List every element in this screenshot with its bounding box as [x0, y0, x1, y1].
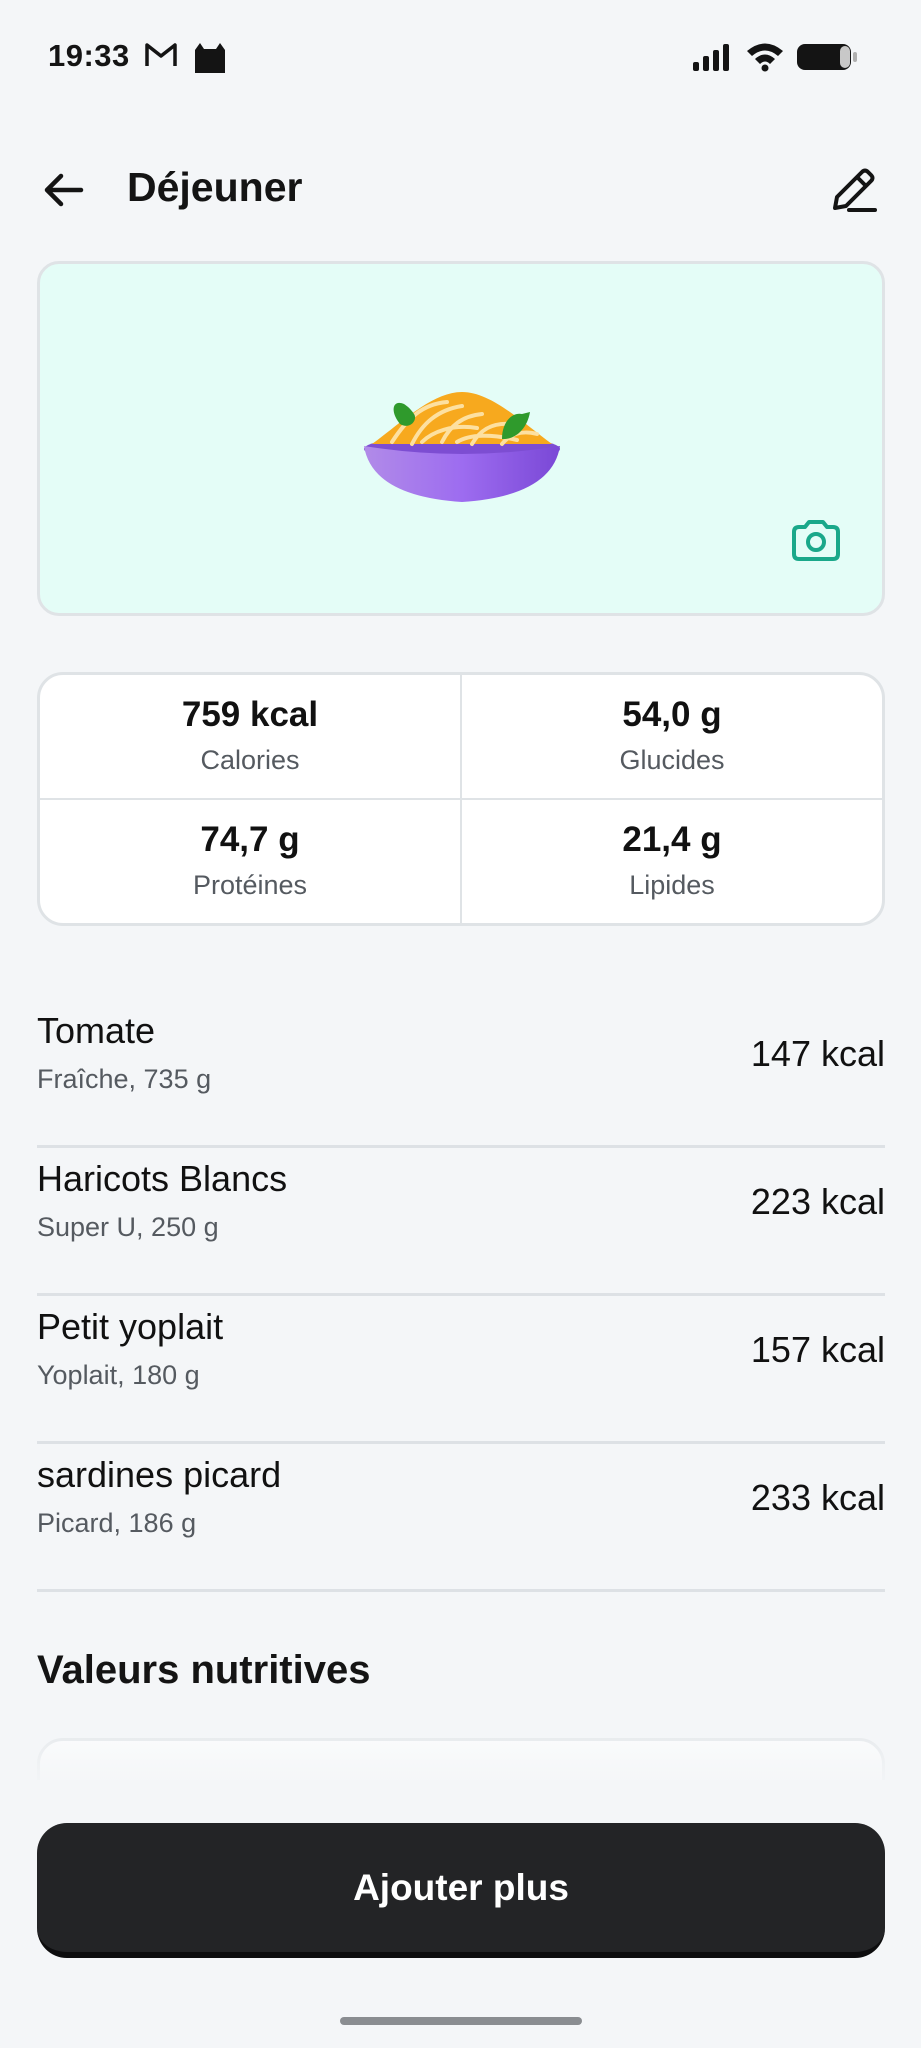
edit-button[interactable]: [823, 158, 885, 220]
macro-label: Lipides: [629, 870, 715, 900]
status-bar: 19:33: [0, 0, 921, 118]
gmail-icon: [145, 43, 177, 66]
macro-value: 54,0 g: [622, 695, 722, 734]
pencil-icon: [833, 168, 877, 212]
food-name: Haricots Blancs: [37, 1158, 288, 1199]
arrow-left-icon: [44, 173, 84, 207]
battery-icon: [797, 44, 857, 70]
macro-calories: 759 kcal Calories: [40, 675, 461, 799]
macro-value: 759 kcal: [181, 695, 319, 734]
food-detail: Fraîche, 735 g: [37, 1064, 212, 1094]
food-item[interactable]: Tomate Fraîche, 735 g 147 kcal: [37, 1000, 885, 1148]
food-name: Petit yoplait: [37, 1306, 224, 1347]
macro-label: Glucides: [619, 745, 725, 775]
macro-carbs: 54,0 g Glucides: [461, 675, 882, 799]
cat-app-icon: [195, 43, 225, 73]
status-time: 19:33: [48, 38, 130, 73]
section-title-nutrition: Valeurs nutritives: [37, 1648, 371, 1692]
food-item[interactable]: Haricots Blancs Super U, 250 g 223 kcal: [37, 1148, 885, 1296]
food-detail: Picard, 186 g: [37, 1508, 197, 1538]
signal-icon: [693, 44, 729, 71]
camera-icon: [792, 520, 840, 561]
food-detail: Yoplait, 180 g: [37, 1360, 200, 1390]
food-detail: Super U, 250 g: [37, 1212, 219, 1242]
macro-fat: 21,4 g Lipides: [461, 799, 882, 923]
food-name: sardines picard: [37, 1454, 282, 1495]
app-header: Déjeuner: [0, 150, 921, 226]
add-more-button[interactable]: Ajouter plus: [37, 1823, 885, 1958]
macro-value: 74,7 g: [200, 820, 300, 859]
macro-value: 21,4 g: [622, 820, 722, 859]
food-kcal: 157 kcal: [750, 1329, 885, 1370]
wifi-icon: [747, 43, 783, 72]
macro-label: Calories: [200, 745, 300, 775]
food-item[interactable]: Petit yoplait Yoplait, 180 g 157 kcal: [37, 1296, 885, 1444]
back-button[interactable]: [36, 162, 92, 218]
camera-button[interactable]: [786, 514, 846, 566]
macro-label: Protéines: [192, 870, 308, 900]
macro-protein: 74,7 g Protéines: [40, 799, 461, 923]
home-indicator[interactable]: [340, 2017, 582, 2025]
food-kcal: 147 kcal: [750, 1033, 885, 1074]
food-list: Tomate Fraîche, 735 g 147 kcal Haricots …: [37, 1000, 885, 1592]
food-name: Tomate: [37, 1010, 156, 1051]
food-kcal: 223 kcal: [750, 1181, 885, 1222]
food-kcal: 233 kcal: [750, 1477, 885, 1518]
macros-summary: 759 kcal Calories 54,0 g Glucides 74,7 g…: [37, 672, 885, 926]
food-item[interactable]: sardines picard Picard, 186 g 233 kcal: [37, 1444, 885, 1592]
meal-photo-card[interactable]: [37, 261, 885, 616]
page-title: Déjeuner: [127, 164, 303, 210]
screen: 19:33 Déjeuner 759 kcal Calories 54,0 g …: [0, 0, 921, 2048]
pasta-bowl-illustration: [364, 392, 560, 502]
